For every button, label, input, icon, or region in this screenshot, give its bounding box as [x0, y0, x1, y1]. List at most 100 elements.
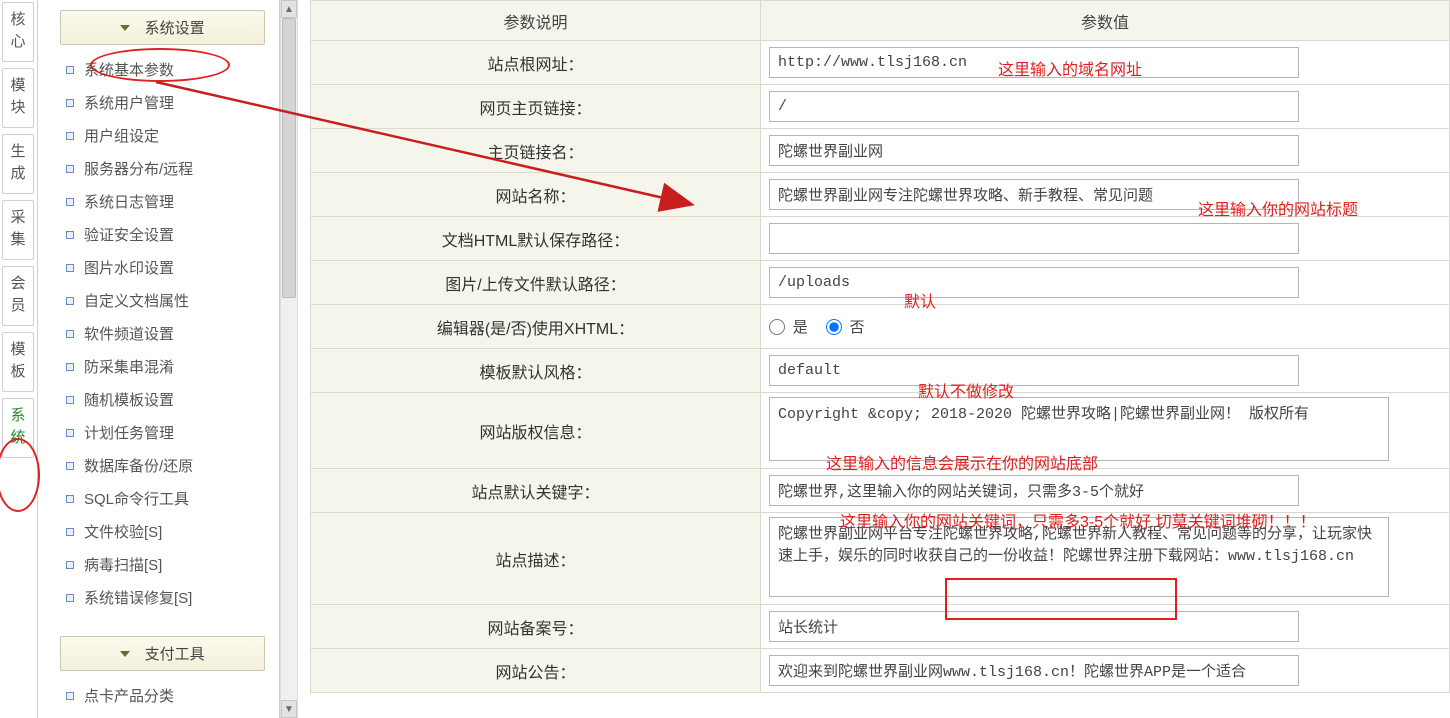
sidebar-item-label: 病毒扫描[S] [84, 557, 162, 574]
sidebar-item[interactable]: 服务器分布/远程 [66, 152, 273, 185]
param-value-cell [761, 85, 1450, 129]
bullet-icon [66, 594, 74, 602]
sidebar-item-label: 系统错误修复[S] [84, 590, 192, 607]
param-textarea[interactable] [769, 517, 1389, 597]
sidebar-item[interactable]: 系统日志管理 [66, 185, 273, 218]
radio-no[interactable] [826, 319, 842, 335]
param-value-cell [761, 649, 1450, 693]
vtab-1[interactable]: 模块 [2, 68, 34, 128]
sidebar-item-label: 图片水印设置 [84, 260, 174, 277]
param-value-cell [761, 261, 1450, 305]
sidebar-item[interactable]: 防采集串混淆 [66, 350, 273, 383]
caret-down-icon [120, 25, 130, 31]
sidebar-item-label: 防采集串混淆 [84, 359, 174, 376]
bullet-icon [66, 462, 74, 470]
sidebar-item[interactable]: 软件频道设置 [66, 317, 273, 350]
sidebar-item-label: 自定义文档属性 [84, 293, 189, 310]
vtab-6[interactable]: 系统 [2, 398, 34, 458]
sidebar-item[interactable]: 系统基本参数 [66, 53, 273, 86]
param-value-cell [761, 605, 1450, 649]
scroll-up-button[interactable]: ▲ [281, 0, 297, 18]
param-textarea[interactable] [769, 397, 1389, 461]
sidebar: 系统设置 系统基本参数系统用户管理用户组设定服务器分布/远程系统日志管理验证安全… [38, 0, 280, 718]
bullet-icon [66, 132, 74, 140]
param-input[interactable] [769, 135, 1299, 166]
sidebar-item[interactable]: 点卡产品分类 [66, 679, 273, 712]
param-input[interactable] [769, 223, 1299, 254]
param-label: 编辑器(是/否)使用XHTML： [311, 305, 761, 349]
radio-yes[interactable] [769, 319, 785, 335]
param-label: 主页链接名： [311, 129, 761, 173]
sidebar-item-label: 随机模板设置 [84, 392, 174, 409]
bullet-icon [66, 264, 74, 272]
sidebar-item[interactable]: 系统用户管理 [66, 86, 273, 119]
bullet-icon [66, 429, 74, 437]
param-input[interactable] [769, 179, 1299, 210]
sidebar-group-pay[interactable]: 支付工具 [60, 636, 265, 671]
sidebar-item-label: 验证安全设置 [84, 227, 174, 244]
caret-down-icon [120, 651, 130, 657]
sidebar-list-system: 系统基本参数系统用户管理用户组设定服务器分布/远程系统日志管理验证安全设置图片水… [46, 53, 279, 626]
param-input[interactable] [769, 47, 1299, 78]
sidebar-item-label: 计划任务管理 [84, 425, 174, 442]
scroll-down-button[interactable]: ▼ [281, 700, 297, 718]
param-label: 网站版权信息： [311, 393, 761, 469]
bullet-icon [66, 330, 74, 338]
param-input[interactable] [769, 91, 1299, 122]
sidebar-item[interactable]: SQL命令行工具 [66, 482, 273, 515]
sidebar-item[interactable]: 病毒扫描[S] [66, 548, 273, 581]
scroll-thumb[interactable] [282, 18, 296, 298]
sidebar-item[interactable]: 自定义文档属性 [66, 284, 273, 317]
bullet-icon [66, 297, 74, 305]
param-label: 文档HTML默认保存路径： [311, 217, 761, 261]
vtab-0[interactable]: 核心 [2, 2, 34, 62]
param-input[interactable] [769, 611, 1299, 642]
param-value-cell [761, 393, 1450, 469]
sidebar-item[interactable]: 验证安全设置 [66, 218, 273, 251]
sidebar-group-label: 系统设置 [145, 20, 205, 37]
sidebar-item[interactable]: 随机模板设置 [66, 383, 273, 416]
sidebar-item-label: 数据库备份/还原 [84, 458, 193, 475]
sidebar-list-pay: 点卡产品分类 [46, 679, 279, 718]
param-value-cell [761, 349, 1450, 393]
param-input[interactable] [769, 355, 1299, 386]
param-input[interactable] [769, 475, 1299, 506]
sidebar-item[interactable]: 文件校验[S] [66, 515, 273, 548]
bullet-icon [66, 528, 74, 536]
bullet-icon [66, 66, 74, 74]
bullet-icon [66, 231, 74, 239]
sidebar-item-label: 点卡产品分类 [84, 688, 174, 705]
header-label: 参数说明 [311, 1, 761, 41]
vtab-2[interactable]: 生成 [2, 134, 34, 194]
param-label: 图片/上传文件默认路径： [311, 261, 761, 305]
bullet-icon [66, 99, 74, 107]
sidebar-item[interactable]: 数据库备份/还原 [66, 449, 273, 482]
bullet-icon [66, 561, 74, 569]
vtab-3[interactable]: 采集 [2, 200, 34, 260]
param-value-cell [761, 129, 1450, 173]
sidebar-item[interactable]: 计划任务管理 [66, 416, 273, 449]
param-value-cell [761, 217, 1450, 261]
bullet-icon [66, 396, 74, 404]
sidebar-item[interactable]: 用户组设定 [66, 119, 273, 152]
param-label: 模板默认风格： [311, 349, 761, 393]
bullet-icon [66, 363, 74, 371]
param-input[interactable] [769, 267, 1299, 298]
param-label: 站点描述： [311, 513, 761, 605]
sidebar-group-label: 支付工具 [145, 646, 205, 663]
sidebar-item[interactable]: 图片水印设置 [66, 251, 273, 284]
sidebar-group-system[interactable]: 系统设置 [60, 10, 265, 45]
radio-yes-label[interactable]: 是 [769, 320, 808, 336]
vertical-tabs: 核心模块生成采集会员模板系统 [0, 0, 38, 718]
vtab-5[interactable]: 模板 [2, 332, 34, 392]
sidebar-item[interactable]: 系统错误修复[S] [66, 581, 273, 614]
param-input[interactable] [769, 655, 1299, 686]
vtab-4[interactable]: 会员 [2, 266, 34, 326]
sidebar-item-label: 服务器分布/远程 [84, 161, 193, 178]
radio-no-label[interactable]: 否 [826, 320, 865, 336]
param-value-cell [761, 469, 1450, 513]
sidebar-item-label: 系统日志管理 [84, 194, 174, 211]
sidebar-scrollbar[interactable]: ▲ ▼ [280, 0, 298, 718]
sidebar-item-label: 软件频道设置 [84, 326, 174, 343]
sidebar-item-label: 用户组设定 [84, 128, 159, 145]
